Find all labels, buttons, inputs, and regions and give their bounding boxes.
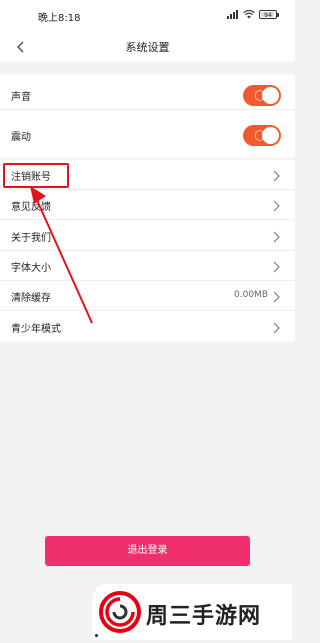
menu-item-label: 意见反馈	[11, 202, 51, 213]
chevron-right-icon	[273, 322, 280, 334]
menu-item-label: 清除缓存	[11, 293, 51, 304]
menu-item-label: 关于我们	[11, 233, 51, 244]
watermark: 周三手游网	[92, 584, 292, 640]
vibration-label: 震动	[11, 132, 31, 143]
menu-item-label: 字体大小	[11, 263, 51, 274]
cache-size-value: 0.00MB	[234, 290, 268, 300]
status-bar: 晚上8:18 94	[0, 0, 295, 32]
menu-item-label: 青少年模式	[11, 324, 61, 335]
page-title: 系统设置	[125, 41, 170, 54]
vibration-toggle[interactable]	[243, 125, 281, 146]
logout-button[interactable]: 退出登录	[45, 536, 250, 566]
watermark-logo-icon	[99, 591, 141, 633]
chevron-right-icon	[273, 291, 280, 303]
toggle-section: 声音 震动	[0, 74, 295, 158]
highlight-box	[3, 163, 69, 188]
menu-item-about[interactable]: 关于我们	[0, 221, 295, 251]
menu-item-feedback[interactable]: 意见反馈	[0, 190, 295, 220]
toggle-knob	[262, 87, 279, 104]
status-icons: 94	[227, 10, 279, 19]
title-bar: 系统设置	[0, 32, 295, 62]
menu-item-clear-cache[interactable]: 清除缓存 0.00MB	[0, 281, 295, 311]
vibration-row: 震动	[0, 120, 295, 150]
settings-screen: 晚上8:18 94 系统设置 声音 震动 注销账号 意见反馈 关于我们 字体大小…	[0, 0, 295, 643]
sound-label: 声音	[11, 92, 31, 103]
menu-item-font-size[interactable]: 字体大小	[0, 251, 295, 281]
watermark-text: 周三手游网	[146, 604, 262, 629]
battery-icon: 94	[259, 10, 279, 19]
chevron-right-icon	[273, 170, 280, 182]
menu-item-youth-mode[interactable]: 青少年模式	[0, 312, 295, 342]
toggle-knob	[262, 127, 279, 144]
sound-toggle[interactable]	[243, 85, 281, 106]
signal-icon	[227, 10, 239, 19]
chevron-right-icon	[273, 231, 280, 243]
battery-level: 94	[264, 12, 272, 19]
chevron-right-icon	[273, 200, 280, 212]
chevron-right-icon	[273, 261, 280, 273]
sound-row: 声音	[0, 80, 295, 110]
wifi-icon	[243, 10, 255, 19]
status-time: 晚上8:18	[38, 13, 81, 24]
dot-mark	[95, 634, 98, 637]
